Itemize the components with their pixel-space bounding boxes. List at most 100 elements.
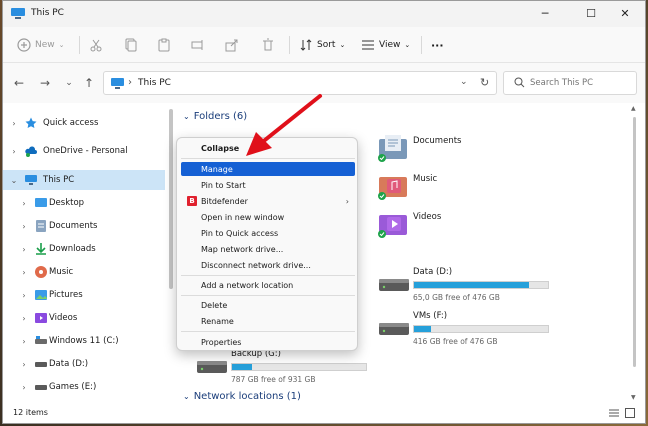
context-menu: Collapse Manage Pin to Start B Bitdefend… <box>176 137 358 351</box>
sidebar-item-desktop[interactable]: › Desktop <box>3 193 165 213</box>
drive-vms-f[interactable]: VMs (F:) 416 GB free of 476 GB <box>377 311 557 355</box>
menu-item-map-network-drive[interactable]: Map network drive... <box>181 242 355 256</box>
menu-item-add-network-location[interactable]: Add a network location <box>181 278 355 292</box>
drive-backup-g[interactable]: Backup (G:) 787 GB free of 931 GB <box>195 349 375 393</box>
sidebar-item-this-pc[interactable]: ⌄ This PC <box>3 170 165 190</box>
chevron-right-icon[interactable]: › <box>20 360 28 369</box>
network-group-header[interactable]: ⌄ Network locations (1) <box>183 391 301 402</box>
sidebar-scrollbar[interactable] <box>169 109 173 289</box>
menu-item-open-new-window[interactable]: Open in new window <box>181 210 355 224</box>
command-separator <box>289 36 290 54</box>
drive-icon <box>35 362 47 367</box>
sidebar-item-label: Quick access <box>43 118 99 128</box>
folder-label: Documents <box>413 136 462 146</box>
drive-usage-bar <box>413 325 549 333</box>
scroll-down-icon[interactable]: ▼ <box>631 394 636 401</box>
forward-arrow-icon[interactable]: → <box>37 75 53 91</box>
close-button[interactable]: ✕ <box>605 1 645 27</box>
scroll-up-icon[interactable]: ▲ <box>631 105 636 112</box>
window-title: This PC <box>31 8 64 18</box>
chevron-right-icon[interactable]: › <box>20 314 28 323</box>
pictures-icon <box>35 290 47 300</box>
rename-button[interactable] <box>191 36 205 54</box>
drive-usage-bar <box>413 281 549 289</box>
chevron-right-icon[interactable]: › <box>10 147 18 156</box>
chevron-right-icon[interactable]: › <box>20 383 28 392</box>
chevron-right-icon[interactable]: › <box>20 337 28 346</box>
search-input[interactable] <box>530 76 630 90</box>
chevron-right-icon[interactable]: › <box>20 245 28 254</box>
copy-button[interactable] <box>123 36 137 54</box>
details-view-icon[interactable] <box>609 408 619 418</box>
drive-free-space: 416 GB free of 476 GB <box>413 337 498 346</box>
content-scrollbar[interactable]: ▲ ▼ <box>631 105 639 401</box>
menu-item-bitdefender[interactable]: B Bitdefender › <box>181 194 355 208</box>
chevron-right-icon: › <box>345 196 349 206</box>
breadcrumb-this-pc[interactable]: This PC <box>138 78 171 88</box>
new-button[interactable]: New ⌄ <box>17 36 65 54</box>
sidebar-item-documents[interactable]: › Documents <box>3 216 165 236</box>
menu-item-pin-quick-access[interactable]: Pin to Quick access <box>181 226 355 240</box>
folder-documents[interactable]: Documents <box>377 133 527 163</box>
menu-item-delete[interactable]: Delete <box>181 298 355 312</box>
menu-item-disconnect-network-drive[interactable]: Disconnect network drive... <box>181 258 355 272</box>
sidebar-item-label: Desktop <box>49 198 85 208</box>
minimize-button[interactable]: ─ <box>525 1 565 27</box>
folder-music[interactable]: Music <box>377 171 527 201</box>
sidebar-item-data-d[interactable]: › Data (D:) <box>3 354 165 374</box>
sidebar-item-pictures[interactable]: › Pictures <box>3 285 165 305</box>
menu-item-rename[interactable]: Rename <box>181 314 355 328</box>
more-options-button[interactable]: ··· <box>431 36 444 54</box>
paste-button[interactable] <box>157 36 171 54</box>
chevron-right-icon[interactable]: › <box>20 268 28 277</box>
search-box[interactable] <box>503 71 637 95</box>
search-icon <box>514 77 525 88</box>
cut-button[interactable] <box>89 36 103 54</box>
folder-videos[interactable]: Videos <box>377 209 527 239</box>
sidebar-item-music[interactable]: › Music <box>3 262 165 282</box>
chevron-right-icon[interactable]: › <box>20 291 28 300</box>
sidebar-item-windows-c[interactable]: › Windows 11 (C:) <box>3 331 165 351</box>
menu-separator <box>181 275 355 276</box>
this-pc-icon <box>25 175 37 185</box>
address-dropdown-icon[interactable]: ⌄ <box>460 77 468 87</box>
sidebar-item-onedrive[interactable]: › OneDrive - Personal <box>3 141 165 161</box>
plus-circle-icon <box>17 38 31 52</box>
refresh-icon[interactable]: ↻ <box>480 76 489 89</box>
hard-drive-icon <box>379 323 409 335</box>
drive-icon <box>35 385 47 390</box>
menu-item-properties[interactable]: Properties <box>181 335 355 349</box>
up-arrow-icon[interactable]: ↑ <box>81 75 97 91</box>
recent-chevron-icon[interactable]: ⌄ <box>61 75 77 91</box>
rename-icon <box>191 40 203 50</box>
share-button[interactable] <box>225 36 239 54</box>
sort-button[interactable]: Sort ⌄ <box>299 36 345 54</box>
sidebar-item-videos[interactable]: › Videos <box>3 308 165 328</box>
this-pc-icon <box>111 78 124 89</box>
sidebar-item-label: Games (E:) <box>49 382 97 392</box>
tiles-view-icon[interactable] <box>625 408 635 418</box>
view-button[interactable]: View ⌄ <box>361 36 410 54</box>
copy-icon <box>125 38 137 52</box>
sidebar-item-games-e[interactable]: › Games (E:) <box>3 377 165 397</box>
desktop-folder-icon <box>35 198 47 207</box>
sidebar-item-label: Music <box>49 267 74 277</box>
back-arrow-icon[interactable]: ← <box>11 75 27 91</box>
chevron-right-icon[interactable]: › <box>20 199 28 208</box>
folder-label: Music <box>413 174 438 184</box>
chevron-right-icon[interactable]: › <box>10 119 18 128</box>
scroll-thumb[interactable] <box>633 117 636 367</box>
command-separator <box>79 36 80 54</box>
delete-button[interactable] <box>261 36 275 54</box>
chevron-right-icon[interactable]: › <box>20 222 28 231</box>
drive-data-d[interactable]: Data (D:) 65,0 GB free of 476 GB <box>377 267 557 311</box>
music-folder-icon <box>378 177 407 200</box>
menu-item-manage[interactable]: Manage <box>181 162 355 176</box>
star-icon <box>25 117 37 128</box>
sidebar-item-label: OneDrive - Personal <box>43 146 128 156</box>
sidebar-item-quick-access[interactable]: › Quick access <box>3 113 165 133</box>
chevron-down-icon[interactable]: ⌄ <box>10 176 18 185</box>
sidebar-item-downloads[interactable]: › Downloads <box>3 239 165 259</box>
hard-drive-icon <box>379 279 409 291</box>
menu-item-pin-to-start[interactable]: Pin to Start <box>181 178 355 192</box>
